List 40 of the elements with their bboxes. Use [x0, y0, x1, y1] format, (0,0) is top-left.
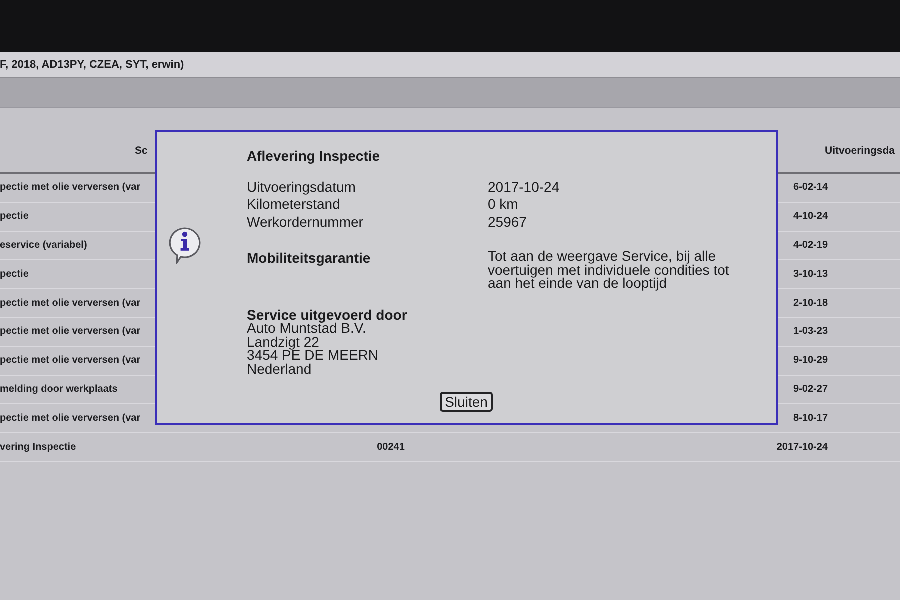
table-cell: 2017-10-24: [776, 442, 828, 453]
address-line: 3454 PE DE MEERN: [247, 349, 378, 363]
table-cell: 9-02-27: [794, 384, 828, 395]
table-cell: pectie met olie verversen (var: [0, 326, 141, 338]
address-line: Nederland: [247, 362, 312, 376]
table-cell: 3-10-13: [794, 268, 828, 280]
info-icon: [167, 226, 203, 264]
section-heading: Service uitgevoerd door: [247, 308, 408, 322]
table-cell: pectie: [0, 268, 29, 280]
field-label: Uitvoeringsdatum: [247, 178, 356, 196]
field-value: 2017-10-24: [488, 178, 560, 196]
table-cell: melding door werkplaats: [0, 384, 118, 395]
column-header[interactable]: Uitvoeringsda: [824, 145, 895, 157]
field-label: Kilometerstand: [247, 196, 340, 214]
field-value: 0 km: [488, 196, 518, 214]
address-line: Landzigt 22: [247, 336, 320, 350]
field-label: Werkordernummer: [247, 214, 364, 231]
notice-text: Tot aan de weergave Service, bij alle voertuigen met individuele condities tot aan het einde van de looptijd: [488, 250, 730, 290]
field-value: 25967: [488, 214, 527, 231]
close-button[interactable]: Sluiten: [440, 392, 493, 412]
table-cell: pectie met olie verversen (var: [0, 182, 141, 194]
table-cell: 2-10-18: [794, 298, 828, 309]
table-cell: 4-10-24: [794, 211, 828, 222]
table-cell: pectie met olie verversen (var: [0, 298, 141, 309]
column-header[interactable]: Sc: [135, 145, 148, 157]
table-cell: 6-02-14: [794, 182, 828, 194]
field-label: Mobiliteitsgarantie: [247, 250, 371, 268]
address-line: Auto Muntstad B.V.: [247, 322, 366, 336]
dialog-title: Aflevering Inspectie: [247, 148, 380, 166]
window-title: F, 2018, AD13PY, CZEA, SYT, erwin): [0, 58, 184, 70]
table-cell: pectie met olie verversen (var: [0, 412, 141, 424]
table-cell: 1-03-23: [794, 326, 828, 338]
table-cell: vering Inspectie: [0, 442, 76, 453]
table-cell: 9-10-29: [794, 355, 828, 366]
table-cell: 00241: [377, 442, 405, 453]
table-cell: 8-10-17: [794, 412, 828, 424]
table-cell: pectie met olie verversen (var: [0, 355, 141, 366]
table-cell: 4-02-19: [794, 240, 828, 251]
table-cell: eservice (variabel): [0, 240, 88, 251]
table-cell: pectie: [0, 211, 29, 222]
